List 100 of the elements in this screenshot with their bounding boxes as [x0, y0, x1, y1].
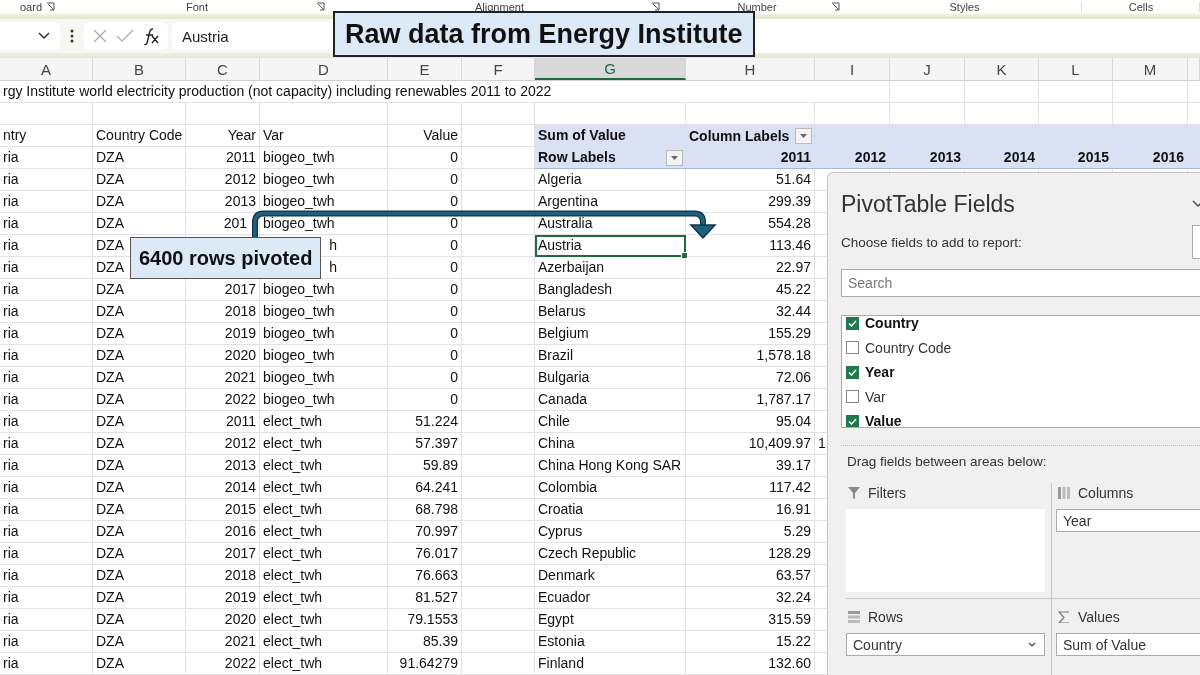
- pivot-row-label: China: [537, 434, 576, 453]
- pivot-row-label: Bulgaria: [537, 368, 591, 387]
- table-cell: ria: [3, 567, 19, 583]
- checkbox[interactable]: [846, 414, 859, 427]
- column-header[interactable]: J: [890, 58, 965, 80]
- table-cell: ria: [3, 303, 19, 319]
- column-header[interactable]: D: [260, 58, 388, 80]
- pivot-row-label: Denmark: [537, 566, 596, 585]
- pivot-value: 299.39: [767, 192, 812, 211]
- table-cell: DZA: [96, 655, 124, 671]
- table-cell: ria: [3, 369, 19, 385]
- dialog-launcher-icon[interactable]: [651, 2, 661, 12]
- dialog-launcher-icon[interactable]: [831, 2, 841, 12]
- checkbox[interactable]: [846, 390, 859, 404]
- search-field[interactable]: Search: [841, 269, 1200, 297]
- checkbox[interactable]: [846, 316, 859, 330]
- pivot-value: 132.60: [767, 654, 812, 673]
- sheet-title: rgy Institute world electricity production (not capacity) including renewables 2011 to 2022: [0, 81, 815, 102]
- ribbon-group-label: Font: [186, 1, 208, 13]
- table-cell: ria: [3, 347, 19, 363]
- filter-dropdown-button[interactable]: [795, 128, 812, 144]
- pivot-value: 32.24: [774, 588, 812, 607]
- table-cell: elect_twh: [263, 523, 323, 539]
- pivot-value: 5.29: [782, 522, 812, 541]
- table-cell: ria: [3, 655, 19, 671]
- table-cell: 51.224: [415, 413, 458, 429]
- table-cell: 2022: [224, 391, 256, 407]
- table-cell: DZA: [96, 149, 124, 165]
- field-label: Country: [853, 636, 903, 653]
- table-cell: ria: [3, 193, 19, 209]
- pivot-row-label: Croatia: [537, 500, 585, 519]
- table-cell: 2019: [224, 589, 256, 605]
- pivot-row-label: Czech Republic: [537, 544, 638, 563]
- year-header: 2011: [686, 147, 815, 169]
- table-cell: DZA: [96, 457, 124, 473]
- pivot-row-label: Canada: [537, 390, 589, 409]
- pivot-value: 155.29: [767, 324, 812, 343]
- table-cell: biogeo_twh: [263, 149, 335, 165]
- checkmark-icon[interactable]: [116, 29, 134, 43]
- column-header[interactable]: E: [388, 58, 462, 80]
- table-cell: ria: [3, 237, 19, 253]
- table-cell: 81.527: [415, 589, 458, 605]
- checkbox[interactable]: [846, 365, 859, 379]
- table-cell: 2017: [224, 281, 256, 297]
- table-cell: 2016: [224, 523, 256, 539]
- table-cell: 0: [450, 369, 458, 385]
- table-cell: 0: [450, 347, 458, 363]
- column-header[interactable]: I: [815, 58, 890, 80]
- dialog-launcher-icon[interactable]: [316, 2, 326, 12]
- table-cell: 2011: [225, 413, 256, 429]
- pivot-value: 315.59: [767, 610, 812, 629]
- formula-input[interactable]: Austria: [172, 22, 330, 50]
- column-header[interactable]: C: [186, 58, 260, 80]
- table-cell: 2020: [224, 347, 256, 363]
- pane-instruction: Choose fields to add to report:: [841, 234, 1022, 250]
- table-cell: 2017: [224, 545, 256, 561]
- table-cell: elect_twh: [263, 479, 323, 495]
- table-cell: ria: [3, 589, 19, 605]
- column-header[interactable]: M: [1113, 58, 1188, 80]
- table-cell: 2014: [224, 479, 256, 495]
- filter-dropdown-button[interactable]: [666, 149, 683, 166]
- pivot-value: 22.97: [774, 258, 812, 277]
- table-cell: 0: [450, 149, 458, 165]
- column-header[interactable]: K: [965, 58, 1039, 80]
- pivot-row-label: Estonia: [537, 632, 586, 651]
- table-cell: ria: [3, 633, 19, 649]
- pivot-row-label: Austria: [535, 235, 686, 257]
- table-cell: DZA: [96, 347, 124, 363]
- column-header[interactable]: B: [93, 58, 186, 80]
- checkbox[interactable]: [846, 341, 859, 355]
- column-heading: Value: [422, 126, 459, 145]
- area-field-item[interactable]: Country: [846, 633, 1045, 656]
- dialog-launcher-icon[interactable]: [46, 2, 56, 12]
- column-header[interactable]: A: [0, 58, 93, 80]
- table-cell: ria: [3, 215, 19, 231]
- column-header[interactable]: H: [686, 58, 815, 80]
- table-cell: ria: [3, 171, 19, 187]
- table-cell: 2011: [225, 149, 256, 165]
- table-cell: 2020: [224, 611, 256, 627]
- table-cell: 2013: [224, 457, 256, 473]
- table-cell: ria: [3, 413, 19, 429]
- table-cell: 2018: [224, 567, 256, 583]
- table-cell: 2022: [224, 655, 256, 671]
- table-cell: 2012: [224, 435, 256, 451]
- pivot-row-label: Finland: [537, 654, 585, 673]
- function-icon[interactable]: [142, 27, 160, 45]
- pivot-row-label: Australia: [537, 214, 594, 233]
- pivot-row-label: Chile: [537, 412, 571, 431]
- table-cell: 64.241: [415, 479, 458, 495]
- callout-box: 6400 rows pivoted: [130, 237, 322, 279]
- area-field-item[interactable]: Year: [1056, 509, 1200, 532]
- table-cell: ria: [3, 523, 19, 539]
- table-cell: elect_twh: [263, 633, 323, 649]
- column-header[interactable]: L: [1039, 58, 1113, 80]
- table-cell: 0: [450, 281, 458, 297]
- area-field-item[interactable]: Sum of Value: [1056, 633, 1200, 656]
- table-cell: DZA: [96, 259, 124, 275]
- table-cell: ria: [3, 149, 19, 165]
- column-header[interactable]: G: [535, 58, 686, 80]
- table-cell: DZA: [96, 413, 124, 429]
